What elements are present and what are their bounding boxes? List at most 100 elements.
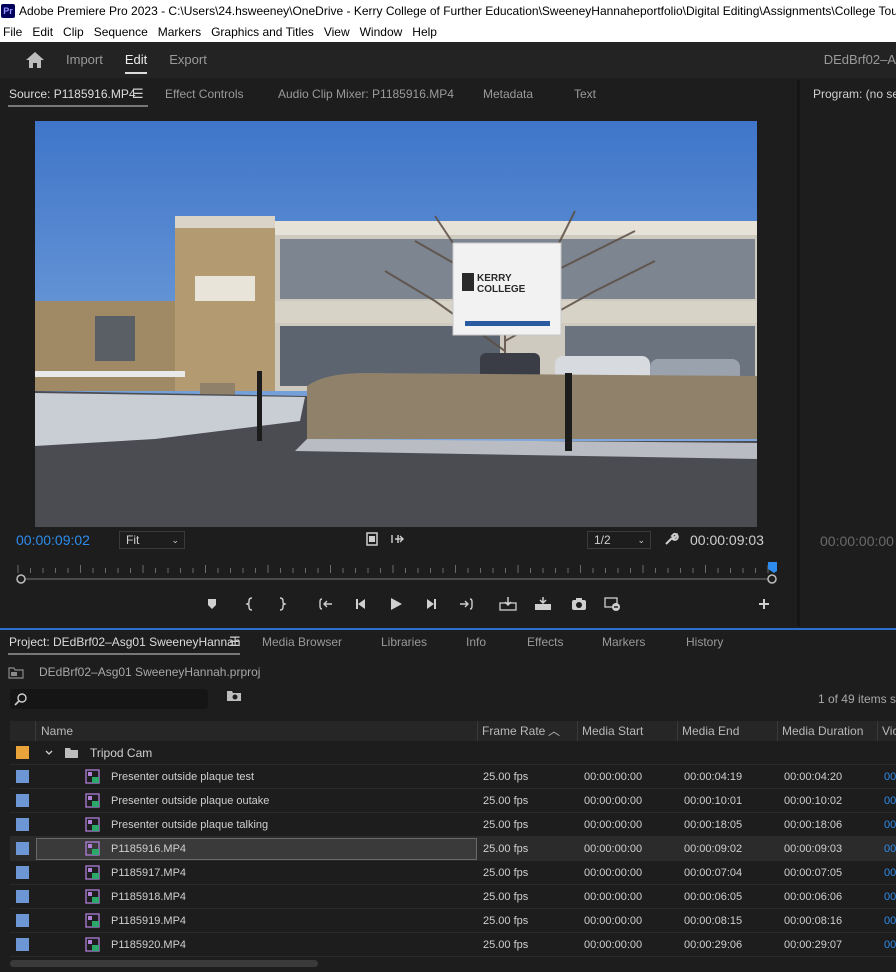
play-button[interactable]: [386, 592, 406, 616]
clip-label-swatch[interactable]: [16, 794, 29, 807]
menu-file[interactable]: File: [0, 25, 28, 39]
source-video-frame[interactable]: KERRY COLLEGE: [35, 121, 757, 527]
table-row[interactable]: Presenter outside plaque outake 25.00 fps…: [10, 789, 896, 813]
clip-media-duration: 00:00:29:07: [784, 939, 843, 951]
folder-row[interactable]: Tripod Cam: [10, 741, 896, 765]
workspace-tab-import[interactable]: Import: [66, 42, 103, 78]
table-row[interactable]: Presenter outside plaque talking 25.00 fp…: [10, 813, 896, 837]
swap-button[interactable]: [603, 592, 623, 616]
menu-edit[interactable]: Edit: [28, 25, 59, 39]
video-clip-icon: [85, 937, 100, 952]
clip-label-swatch[interactable]: [16, 866, 29, 879]
table-row[interactable]: P1185918.MP4 25.00 fps 00:00:00:00 00:00:06…: [10, 885, 896, 909]
playhead-marker-icon[interactable]: [768, 562, 777, 573]
wrench-settings-icon[interactable]: [663, 531, 679, 547]
menu-sequence[interactable]: Sequence: [90, 25, 154, 39]
tab-effects[interactable]: Effects: [527, 635, 563, 649]
tab-history[interactable]: History: [686, 635, 723, 649]
column-media-end[interactable]: Media End: [678, 721, 778, 741]
playback-resolution-dropdown[interactable]: 1/2 ⌄: [587, 531, 651, 549]
table-row[interactable]: P1185919.MP4 25.00 fps 00:00:00:00 00:00:08…: [10, 909, 896, 933]
add-marker-button[interactable]: [202, 592, 222, 616]
chevron-down-icon: ⌄: [171, 535, 179, 545]
clip-label-swatch[interactable]: [16, 770, 29, 783]
zoom-level-dropdown[interactable]: Fit ⌄: [119, 531, 185, 549]
clip-label-swatch[interactable]: [16, 890, 29, 903]
go-to-out-button[interactable]: [456, 592, 476, 616]
mark-in-button[interactable]: [240, 592, 260, 616]
workspace-tab-export[interactable]: Export: [169, 42, 207, 78]
menu-clip[interactable]: Clip: [59, 25, 90, 39]
step-forward-button[interactable]: [421, 592, 441, 616]
zoom-scroll-bar[interactable]: [16, 574, 777, 584]
menu-window[interactable]: Window: [356, 25, 409, 39]
time-ruler[interactable]: [16, 560, 777, 574]
panel-splitter[interactable]: [797, 80, 800, 626]
menu-view[interactable]: View: [320, 25, 356, 39]
clip-name: P1185917.MP4: [111, 867, 187, 879]
mark-out-button[interactable]: [272, 592, 292, 616]
clip-media-duration: 00:00:09:03: [784, 843, 843, 855]
panel-menu-icon[interactable]: ☰: [132, 86, 144, 102]
column-label-swatch[interactable]: [10, 721, 36, 741]
tab-source[interactable]: Source: P1185916.MP4: [9, 87, 136, 101]
table-row[interactable]: P1185917.MP4 25.00 fps 00:00:00:00 00:00:07…: [10, 861, 896, 885]
column-video[interactable]: Vic: [878, 721, 896, 741]
go-to-in-icon: [319, 598, 332, 610]
program-current-timecode[interactable]: 00:00:00:00: [820, 533, 894, 549]
table-row[interactable]: Presenter outside plaque test 25.00 fps 00…: [10, 765, 896, 789]
insert-button[interactable]: [498, 592, 518, 616]
safe-margins-icon[interactable]: [365, 532, 379, 546]
button-editor-button[interactable]: [754, 592, 774, 616]
clip-label-swatch[interactable]: [16, 818, 29, 831]
tab-info[interactable]: Info: [466, 635, 486, 649]
menu-markers[interactable]: Markers: [154, 25, 207, 39]
column-media-duration[interactable]: Media Duration: [778, 721, 878, 741]
clip-label-swatch[interactable]: [16, 842, 29, 855]
tab-metadata[interactable]: Metadata: [483, 87, 533, 101]
chevron-down-icon[interactable]: [44, 748, 54, 758]
scroll-handle-left[interactable]: [16, 574, 26, 584]
clip-label-swatch[interactable]: [16, 938, 29, 951]
tab-text[interactable]: Text: [574, 87, 596, 101]
scroll-handle-right[interactable]: [767, 574, 777, 584]
new-search-bin-icon[interactable]: [226, 689, 242, 703]
tab-effect-controls[interactable]: Effect Controls: [165, 87, 243, 101]
table-row[interactable]: P1185920.MP4 25.00 fps 00:00:00:00 00:00:29…: [10, 933, 896, 957]
project-file-path: DEdBrf02–Asg01 SweeneyHannah.prproj: [8, 665, 260, 679]
workspace-tab-edit[interactable]: Edit: [124, 42, 148, 78]
column-name[interactable]: Name: [36, 721, 478, 741]
source-current-timecode[interactable]: 00:00:09:02: [16, 532, 90, 548]
clip-name: P1185918.MP4: [111, 891, 187, 903]
menu-graphics-and-titles[interactable]: Graphics and Titles: [207, 25, 320, 39]
panel-menu-icon[interactable]: ☰: [229, 634, 241, 650]
clip-media-duration: 00:00:07:05: [784, 867, 843, 879]
tab-libraries[interactable]: Libraries: [381, 635, 427, 649]
clip-frame-rate: 25.00 fps: [483, 867, 529, 879]
search-icon: [14, 693, 27, 706]
step-back-button[interactable]: [351, 592, 371, 616]
tab-markers[interactable]: Markers: [602, 635, 645, 649]
table-row[interactable]: P1185916.MP4 25.00 fps 00:00:00:00 00:00:09…: [10, 837, 896, 861]
horizontal-scrollbar[interactable]: [10, 960, 318, 967]
overwrite-button[interactable]: [533, 592, 553, 616]
clip-media-duration: 00:00:10:02: [784, 795, 843, 807]
export-frame-button[interactable]: [569, 592, 589, 616]
drag-video-audio-icon[interactable]: [390, 533, 406, 545]
column-frame-rate[interactable]: Frame Rate ︿: [478, 721, 578, 741]
program-monitor-title[interactable]: Program: (no sec: [813, 87, 896, 101]
project-search-input[interactable]: [10, 689, 208, 709]
clip-name: P1185916.MP4: [111, 843, 187, 855]
tab-audio-clip-mixer[interactable]: Audio Clip Mixer: P1185916.MP4: [278, 87, 454, 101]
go-to-in-button[interactable]: [316, 592, 336, 616]
column-media-start[interactable]: Media Start: [578, 721, 678, 741]
tab-media-browser[interactable]: Media Browser: [262, 635, 342, 649]
tab-project[interactable]: Project: DEdBrf02–Asg01 SweeneyHannah: [9, 635, 240, 649]
menu-help[interactable]: Help: [408, 25, 443, 39]
folder-label-swatch[interactable]: [16, 746, 29, 759]
clip-label-swatch[interactable]: [16, 914, 29, 927]
home-icon[interactable]: [24, 49, 46, 71]
clip-media-end: 00:00:10:01: [684, 795, 743, 807]
clip-media-start: 00:00:00:00: [584, 915, 643, 927]
column-frame-rate-label: Frame Rate: [482, 724, 546, 738]
